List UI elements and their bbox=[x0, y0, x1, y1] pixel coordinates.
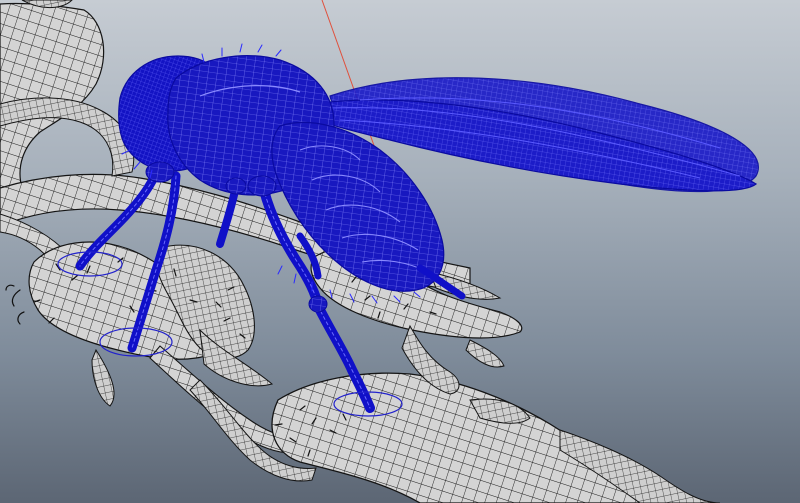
3d-viewport[interactable] bbox=[0, 0, 800, 503]
scene-canvas[interactable] bbox=[0, 0, 800, 503]
